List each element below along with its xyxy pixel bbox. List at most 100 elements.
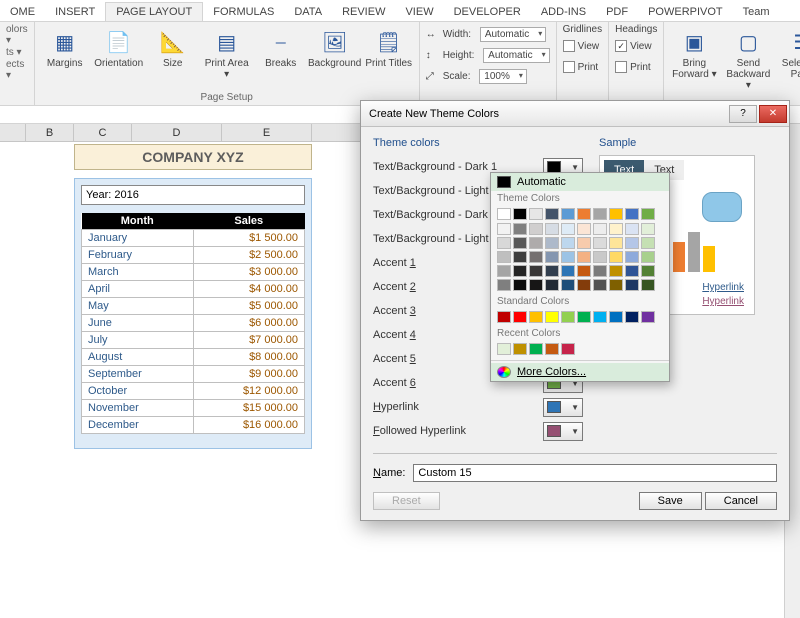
color-swatch[interactable] (513, 343, 527, 355)
recent-colors[interactable] (491, 340, 669, 358)
name-input[interactable] (413, 464, 777, 482)
tab-view[interactable]: VIEW (395, 3, 443, 21)
color-swatch[interactable] (545, 208, 559, 220)
scale-width-select[interactable]: Automatic (480, 27, 546, 42)
color-swatch[interactable] (625, 279, 639, 291)
color-swatch[interactable] (561, 343, 575, 355)
color-swatch[interactable] (545, 265, 559, 277)
color-swatch[interactable] (561, 223, 575, 235)
scale-percent-select[interactable]: 100% (479, 69, 527, 84)
color-swatch[interactable] (529, 265, 543, 277)
color-swatch[interactable] (609, 208, 623, 220)
color-swatch[interactable] (609, 265, 623, 277)
color-swatch[interactable] (625, 311, 639, 323)
color-swatch[interactable] (497, 208, 511, 220)
color-swatch[interactable] (529, 237, 543, 249)
color-swatch[interactable] (513, 311, 527, 323)
color-swatch[interactable] (577, 279, 591, 291)
color-swatch[interactable] (561, 208, 575, 220)
close-button[interactable]: ✕ (759, 105, 787, 123)
color-swatch[interactable] (561, 279, 575, 291)
bring-forward-button[interactable]: ▣Bring Forward ▾ (670, 24, 718, 80)
color-swatch[interactable] (577, 208, 591, 220)
color-swatch[interactable] (641, 223, 655, 235)
color-swatch[interactable] (513, 223, 527, 235)
orientation-button[interactable]: 📄Orientation (95, 24, 143, 69)
theme-main-colors[interactable] (491, 205, 669, 223)
color-swatch[interactable] (513, 265, 527, 277)
tab-insert[interactable]: INSERT (45, 3, 105, 21)
color-swatch[interactable] (513, 279, 527, 291)
gridlines-view-checkbox[interactable] (563, 40, 575, 52)
tab-developer[interactable]: DEVELOPER (444, 3, 531, 21)
tab-data[interactable]: DATA (284, 3, 332, 21)
color-swatch[interactable] (625, 223, 639, 235)
color-swatch[interactable] (609, 251, 623, 263)
color-swatch[interactable] (545, 343, 559, 355)
tab-addins[interactable]: ADD-INS (531, 3, 596, 21)
color-swatch[interactable] (609, 223, 623, 235)
color-swatch[interactable] (497, 311, 511, 323)
tab-review[interactable]: REVIEW (332, 3, 395, 21)
headings-print-checkbox[interactable] (615, 61, 627, 73)
tab-home[interactable]: OME (0, 3, 45, 21)
color-swatch[interactable] (497, 343, 511, 355)
color-swatch[interactable] (545, 251, 559, 263)
tab-formulas[interactable]: FORMULAS (203, 3, 284, 21)
color-swatch[interactable] (593, 208, 607, 220)
fhl-swatch[interactable]: ▼ (543, 422, 583, 441)
color-swatch[interactable] (497, 265, 511, 277)
tab-powerpivot[interactable]: POWERPIVOT (638, 3, 733, 21)
color-swatch[interactable] (625, 251, 639, 263)
color-swatch[interactable] (641, 311, 655, 323)
print-area-button[interactable]: ▤Print Area ▾ (203, 24, 251, 80)
hl-swatch[interactable]: ▼ (543, 398, 583, 417)
color-swatch[interactable] (577, 223, 591, 235)
color-swatch[interactable] (641, 251, 655, 263)
color-swatch[interactable] (561, 311, 575, 323)
tab-pdf[interactable]: PDF (596, 3, 638, 21)
color-swatch[interactable] (577, 237, 591, 249)
color-swatch[interactable] (625, 237, 639, 249)
selection-pane-button[interactable]: ☰Selection Pane (778, 24, 800, 80)
size-button[interactable]: 📐Size (149, 24, 197, 69)
color-swatch[interactable] (497, 237, 511, 249)
color-swatch[interactable] (625, 265, 639, 277)
color-swatch[interactable] (593, 237, 607, 249)
color-swatch[interactable] (497, 279, 511, 291)
reset-button[interactable]: Reset (373, 492, 440, 510)
color-swatch[interactable] (529, 251, 543, 263)
color-swatch[interactable] (609, 279, 623, 291)
color-swatch[interactable] (561, 237, 575, 249)
year-cell[interactable]: Year: 2016 (81, 185, 305, 205)
tab-page-layout[interactable]: PAGE LAYOUT (105, 2, 203, 21)
color-swatch[interactable] (593, 311, 607, 323)
color-swatch[interactable] (529, 208, 543, 220)
color-swatch[interactable] (545, 311, 559, 323)
color-swatch[interactable] (529, 343, 543, 355)
automatic-color[interactable]: Automatic (491, 173, 669, 191)
save-button[interactable]: Save (639, 492, 702, 510)
color-swatch[interactable] (577, 311, 591, 323)
color-swatch[interactable] (513, 208, 527, 220)
color-swatch[interactable] (545, 223, 559, 235)
margins-button[interactable]: ▦Margins (41, 24, 89, 69)
color-swatch[interactable] (641, 237, 655, 249)
background-button[interactable]: 🖼Background (311, 24, 359, 69)
color-swatch[interactable] (497, 223, 511, 235)
headings-view-checkbox[interactable]: ✓ (615, 40, 627, 52)
cancel-button[interactable]: Cancel (705, 492, 777, 510)
more-colors[interactable]: More Colors... (491, 363, 669, 381)
color-swatch[interactable] (593, 279, 607, 291)
color-swatch[interactable] (529, 223, 543, 235)
color-swatch[interactable] (641, 279, 655, 291)
send-backward-button[interactable]: ▢Send Backward ▾ (724, 24, 772, 91)
color-swatch[interactable] (641, 265, 655, 277)
color-swatch[interactable] (561, 265, 575, 277)
color-swatch[interactable] (513, 251, 527, 263)
standard-colors[interactable] (491, 308, 669, 326)
color-swatch[interactable] (577, 265, 591, 277)
color-swatch[interactable] (593, 223, 607, 235)
breaks-button[interactable]: ⎯Breaks (257, 24, 305, 69)
color-swatch[interactable] (497, 251, 511, 263)
